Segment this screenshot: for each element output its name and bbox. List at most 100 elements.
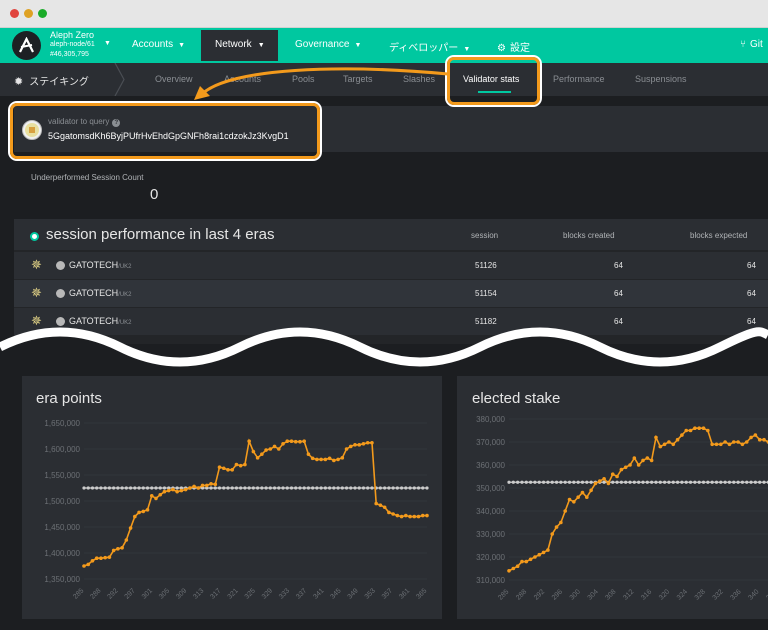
data-point[interactable] xyxy=(580,490,585,495)
validator-name[interactable]: GATOTECH/UK2 xyxy=(69,260,132,270)
data-point[interactable] xyxy=(420,513,425,518)
data-point[interactable] xyxy=(649,458,654,463)
data-point[interactable] xyxy=(281,442,285,446)
data-point[interactable] xyxy=(124,538,129,542)
data-point[interactable] xyxy=(116,547,120,551)
data-point[interactable] xyxy=(310,456,315,461)
data-point[interactable] xyxy=(327,456,332,461)
data-point[interactable] xyxy=(645,456,650,460)
data-point[interactable] xyxy=(234,462,239,467)
data-point[interactable] xyxy=(706,428,710,433)
data-point[interactable] xyxy=(697,426,701,430)
data-point[interactable] xyxy=(395,513,400,518)
data-point[interactable] xyxy=(175,489,179,494)
data-point[interactable] xyxy=(205,483,209,488)
data-point[interactable] xyxy=(107,555,112,559)
data-point[interactable] xyxy=(701,426,706,430)
data-point[interactable] xyxy=(602,477,606,481)
data-point[interactable] xyxy=(576,495,580,499)
data-point[interactable] xyxy=(404,513,408,518)
data-point[interactable] xyxy=(623,465,628,470)
data-point[interactable] xyxy=(344,447,349,451)
data-point[interactable] xyxy=(740,442,745,447)
data-point[interactable] xyxy=(541,550,546,555)
data-point[interactable] xyxy=(382,505,387,510)
data-point[interactable] xyxy=(520,559,524,564)
data-point[interactable] xyxy=(399,514,404,519)
data-point[interactable] xyxy=(94,556,99,560)
maximize-window-button[interactable] xyxy=(38,9,47,18)
data-point[interactable] xyxy=(154,496,158,501)
data-point[interactable] xyxy=(387,510,391,515)
data-point[interactable] xyxy=(111,548,116,553)
data-point[interactable] xyxy=(319,457,323,462)
data-point[interactable] xyxy=(567,497,572,502)
data-point[interactable] xyxy=(209,482,213,486)
tab-performance[interactable]: Performance xyxy=(553,74,605,84)
data-point[interactable] xyxy=(723,440,727,444)
data-point[interactable] xyxy=(272,444,277,449)
data-point[interactable] xyxy=(90,559,95,563)
data-point[interactable] xyxy=(757,437,762,442)
data-point[interactable] xyxy=(103,555,107,560)
data-point[interactable] xyxy=(238,463,243,468)
data-point[interactable] xyxy=(133,514,137,519)
data-point[interactable] xyxy=(408,514,412,519)
data-point[interactable] xyxy=(589,488,593,493)
data-point[interactable] xyxy=(188,486,192,490)
data-point[interactable] xyxy=(268,447,273,451)
data-point[interactable] xyxy=(597,479,602,483)
data-point[interactable] xyxy=(736,440,740,444)
data-point[interactable] xyxy=(511,566,516,571)
data-point[interactable] xyxy=(550,532,555,536)
data-point[interactable] xyxy=(533,555,537,559)
data-point[interactable] xyxy=(183,487,188,492)
data-point[interactable] xyxy=(348,444,353,449)
nav-github[interactable]: ⑂ Git xyxy=(740,39,763,50)
minimize-window-button[interactable] xyxy=(24,9,33,18)
data-point[interactable] xyxy=(221,466,226,471)
data-point[interactable] xyxy=(171,487,175,492)
data-point[interactable] xyxy=(762,437,766,442)
data-point[interactable] xyxy=(606,481,611,486)
data-point[interactable] xyxy=(593,481,598,486)
data-point[interactable] xyxy=(654,435,658,440)
chevron-down-icon[interactable]: ▼ xyxy=(104,40,111,47)
data-point[interactable] xyxy=(340,456,345,460)
data-point[interactable] xyxy=(641,458,645,463)
data-point[interactable] xyxy=(293,439,298,444)
close-window-button[interactable] xyxy=(10,9,19,18)
chain-selector[interactable]: Aleph Zero aleph-node/61 #46,305,795 xyxy=(50,30,95,60)
data-point[interactable] xyxy=(243,462,247,467)
data-point[interactable] xyxy=(391,512,395,516)
data-point[interactable] xyxy=(264,448,268,452)
data-point[interactable] xyxy=(671,442,676,447)
data-point[interactable] xyxy=(537,552,542,557)
data-point[interactable] xyxy=(251,449,256,454)
data-point[interactable] xyxy=(688,428,693,433)
nav-governance[interactable]: Governance ▼ xyxy=(295,39,361,50)
data-point[interactable] xyxy=(137,510,141,515)
tab-overview[interactable]: Overview xyxy=(155,74,193,84)
data-point[interactable] xyxy=(710,442,714,447)
data-point[interactable] xyxy=(374,501,378,506)
nav-developer[interactable]: ディベロッパー ▼ xyxy=(389,39,470,54)
data-point[interactable] xyxy=(554,525,559,529)
data-point[interactable] xyxy=(684,428,689,433)
nav-settings[interactable]: ⚙ 設定 xyxy=(497,39,530,54)
data-point[interactable] xyxy=(336,457,340,462)
data-point[interactable] xyxy=(378,503,383,507)
data-point[interactable] xyxy=(675,437,680,442)
data-point[interactable] xyxy=(298,439,302,444)
data-point[interactable] xyxy=(662,442,667,447)
data-point[interactable] xyxy=(192,484,196,489)
data-point[interactable] xyxy=(158,492,163,497)
data-point[interactable] xyxy=(230,468,235,472)
data-point[interactable] xyxy=(572,500,576,504)
data-point[interactable] xyxy=(731,440,736,444)
data-point[interactable] xyxy=(82,564,86,568)
data-point[interactable] xyxy=(585,495,589,499)
tab-suspensions[interactable]: Suspensions xyxy=(635,74,687,84)
data-point[interactable] xyxy=(306,452,311,456)
data-point[interactable] xyxy=(753,433,758,437)
